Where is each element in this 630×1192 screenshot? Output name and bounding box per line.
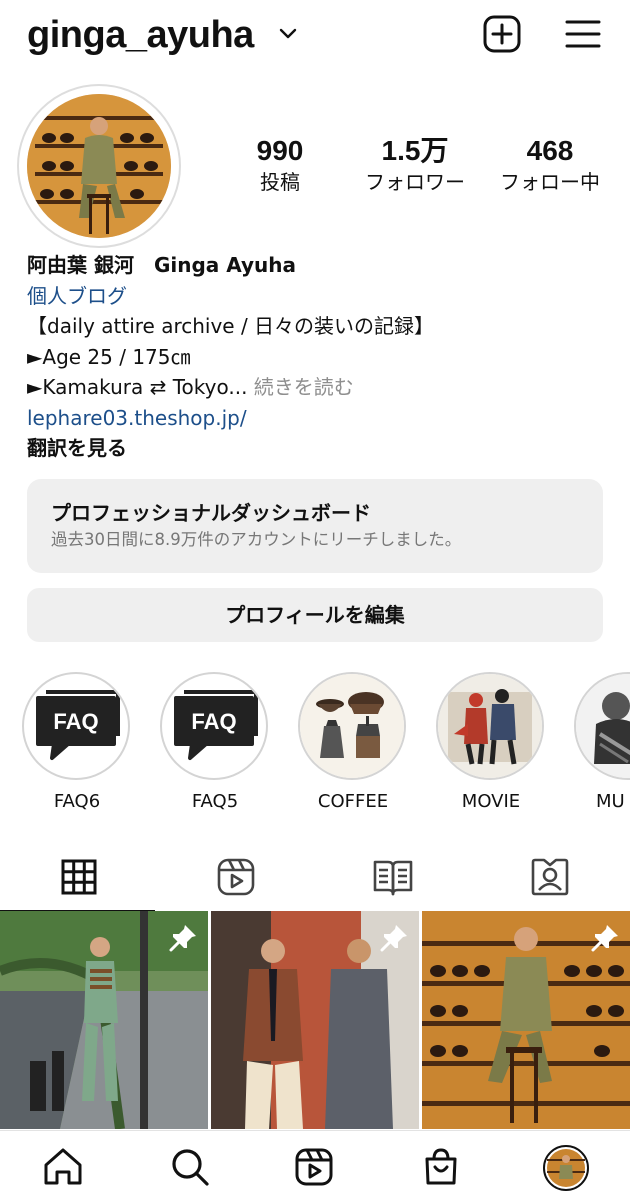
profile-bio: 阿由葉 銀河 Ginga Ayuha 個人ブログ 【daily attire a… xyxy=(27,250,617,464)
bio-line-truncated: ►Kamakura ⇄ Tokyo... 続きを読む xyxy=(27,372,617,403)
svg-text:FAQ: FAQ xyxy=(53,709,98,734)
pinned-icon xyxy=(591,925,618,952)
edit-profile-button[interactable]: プロフィールを編集 xyxy=(27,588,603,642)
tab-grid[interactable] xyxy=(0,844,157,912)
profile-link[interactable]: lephare03.theshop.jp/ xyxy=(27,403,617,434)
search-icon[interactable] xyxy=(170,1147,210,1187)
bio-line: ►Kamakura ⇄ Tokyo... xyxy=(27,375,248,399)
music-illustration-icon xyxy=(576,674,630,778)
posts-count[interactable]: 990 投稿 xyxy=(240,134,320,196)
bottom-navigation xyxy=(0,1130,630,1192)
grid-post[interactable] xyxy=(0,911,208,1129)
dashboard-title: プロフェッショナルダッシュボード xyxy=(51,501,371,525)
highlight-movie[interactable]: MOVIE xyxy=(436,672,546,814)
menu-icon[interactable] xyxy=(563,14,603,54)
following-count[interactable]: 468 フォロー中 xyxy=(492,134,608,196)
highlight-cover: FAQ xyxy=(160,672,268,780)
stat-label: フォロワー xyxy=(365,170,465,194)
followers-count[interactable]: 1.5万 フォロワー xyxy=(356,134,474,196)
shop-icon[interactable] xyxy=(421,1147,461,1187)
highlight-label: FAQ6 xyxy=(53,791,101,812)
posts-grid xyxy=(0,911,630,1129)
category-label[interactable]: 個人ブログ xyxy=(27,281,617,312)
coffee-icon xyxy=(300,674,404,778)
bio-line: ►Age 25 / 175㎝ xyxy=(27,344,191,369)
highlight-music[interactable]: MU xyxy=(574,672,630,814)
top-bar: ginga_ayuha xyxy=(0,0,630,72)
tagged-icon xyxy=(531,858,568,896)
bio-line: 【daily attire archive / 日々の装いの記録】 xyxy=(27,314,435,338)
display-name: 阿由葉 銀河 Ginga Ayuha xyxy=(27,253,297,277)
pinned-icon xyxy=(169,925,196,952)
professional-dashboard[interactable]: プロフェッショナルダッシュボード 過去30日間に8.9万件のアカウントにリーチし… xyxy=(27,479,603,573)
faq-bubble-icon: FAQ xyxy=(36,690,120,760)
highlight-faq5[interactable]: FAQ FAQ5 xyxy=(160,672,270,814)
movie-poster-icon xyxy=(438,674,542,778)
faq-bubble-icon: FAQ xyxy=(174,690,258,760)
profile-tabs xyxy=(0,844,630,912)
highlight-label: MU xyxy=(596,791,625,812)
grid-icon xyxy=(61,859,96,895)
chevron-down-icon[interactable] xyxy=(278,24,298,44)
tab-reels[interactable] xyxy=(157,844,314,910)
svg-text:FAQ: FAQ xyxy=(191,709,236,734)
stat-value: 1.5万 xyxy=(381,135,449,166)
tab-guides[interactable] xyxy=(314,844,471,910)
tab-tagged[interactable] xyxy=(471,844,628,910)
highlight-coffee[interactable]: COFFEE xyxy=(298,672,408,814)
highlight-label: FAQ5 xyxy=(191,791,239,812)
grid-post[interactable] xyxy=(211,911,419,1129)
stat-label: 投稿 xyxy=(260,170,300,194)
see-translation-link[interactable]: 翻訳を見る xyxy=(27,433,617,464)
highlight-label: MOVIE xyxy=(461,791,521,812)
dashboard-subtitle: 過去30日間に8.9万件のアカウントにリーチしました。 xyxy=(51,530,462,549)
highlight-cover xyxy=(436,672,544,780)
pinned-icon xyxy=(380,925,407,952)
home-icon[interactable] xyxy=(42,1147,84,1187)
stat-label: フォロー中 xyxy=(500,170,600,194)
highlight-cover xyxy=(574,672,630,780)
username[interactable]: ginga_ayuha xyxy=(27,14,254,57)
new-post-icon[interactable] xyxy=(482,14,522,54)
highlight-label: COFFEE xyxy=(317,791,389,812)
stat-value: 990 xyxy=(256,135,304,166)
profile-avatar[interactable] xyxy=(27,94,171,238)
reels-icon xyxy=(217,858,254,896)
highlight-cover: FAQ xyxy=(22,672,130,780)
read-more-link[interactable]: 続きを読む xyxy=(247,375,354,399)
highlight-faq6[interactable]: FAQ FAQ6 xyxy=(22,672,132,814)
reels-icon[interactable] xyxy=(294,1147,334,1187)
guide-icon xyxy=(373,860,412,896)
highlight-cover xyxy=(298,672,406,780)
avatar-thumbnail xyxy=(547,1149,585,1187)
profile-avatar[interactable] xyxy=(543,1145,589,1191)
stat-value: 468 xyxy=(526,135,574,166)
grid-post[interactable] xyxy=(422,911,630,1129)
